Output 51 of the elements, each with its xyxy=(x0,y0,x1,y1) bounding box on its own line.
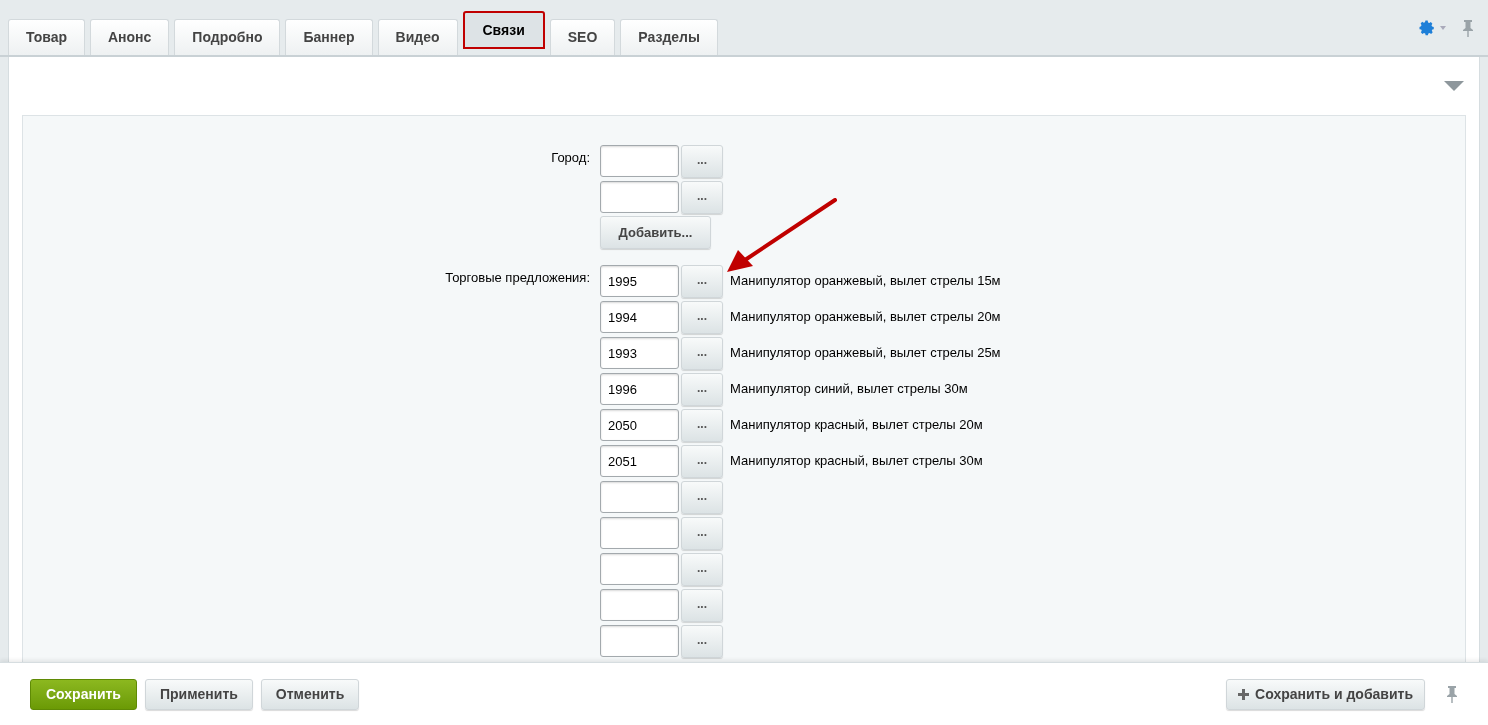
browse-button[interactable]: ... xyxy=(681,264,723,298)
browse-button[interactable]: ... xyxy=(681,180,723,214)
tab[interactable]: Разделы xyxy=(620,19,718,55)
browse-button[interactable]: ... xyxy=(681,408,723,442)
tab[interactable]: Анонс xyxy=(90,19,170,55)
input-field[interactable]: 1994 xyxy=(600,301,679,333)
browse-button[interactable]: ... xyxy=(681,300,723,334)
browse-button[interactable]: ... xyxy=(681,624,723,658)
input-field[interactable]: 1993 xyxy=(600,337,679,369)
offer-description: Манипулятор красный, вылет стрелы 30м xyxy=(730,452,983,471)
browse-button[interactable]: ... xyxy=(681,516,723,550)
input-field[interactable] xyxy=(600,589,679,621)
tab[interactable]: Связи xyxy=(462,11,545,49)
tab[interactable]: Подробно xyxy=(174,19,281,55)
input-field[interactable] xyxy=(600,481,679,513)
input-field[interactable] xyxy=(600,625,679,657)
add-button[interactable]: Добавить... xyxy=(600,216,711,249)
offer-description: Манипулятор красный, вылет стрелы 20м xyxy=(730,416,983,435)
tab[interactable]: Баннер xyxy=(285,19,373,55)
input-field[interactable] xyxy=(600,553,679,585)
input-field[interactable]: 1996 xyxy=(600,373,679,405)
pin-icon[interactable] xyxy=(1462,19,1474,37)
input-field[interactable]: 1995 xyxy=(600,265,679,297)
offer-description: Манипулятор синий, вылет стрелы 30м xyxy=(730,380,968,399)
footer-button[interactable]: Применить xyxy=(144,678,253,710)
settings-icon[interactable] xyxy=(1418,19,1446,37)
field-label: Торговые предложения: xyxy=(445,270,590,285)
field-label: Город: xyxy=(551,150,590,165)
tab[interactable]: SEO xyxy=(549,19,616,55)
browse-button[interactable]: ... xyxy=(681,480,723,514)
browse-button[interactable]: ... xyxy=(681,552,723,586)
pin-icon[interactable] xyxy=(1446,685,1458,703)
input-field[interactable] xyxy=(600,145,679,177)
input-field[interactable] xyxy=(600,517,679,549)
browse-button[interactable]: ... xyxy=(681,372,723,406)
input-field[interactable] xyxy=(600,181,679,213)
offer-description: Манипулятор оранжевый, вылет стрелы 25м xyxy=(730,344,1001,363)
browse-button[interactable]: ... xyxy=(681,336,723,370)
tab[interactable]: Видео xyxy=(377,19,458,55)
input-field[interactable]: 2050 xyxy=(600,409,679,441)
tab[interactable]: Товар xyxy=(8,19,85,55)
collapse-icon[interactable] xyxy=(1444,81,1464,91)
input-field[interactable]: 2051 xyxy=(600,445,679,477)
browse-button[interactable]: ... xyxy=(681,588,723,622)
offer-description: Манипулятор оранжевый, вылет стрелы 20м xyxy=(730,308,1001,327)
browse-button[interactable]: ... xyxy=(681,144,723,178)
browse-button[interactable]: ... xyxy=(681,444,723,478)
save-and-add-button[interactable]: Сохранить и добавить xyxy=(1226,678,1425,710)
plus-icon xyxy=(1238,688,1250,700)
offer-description: Манипулятор оранжевый, вылет стрелы 15м xyxy=(730,272,1001,291)
footer-button[interactable]: Отменить xyxy=(260,678,360,710)
